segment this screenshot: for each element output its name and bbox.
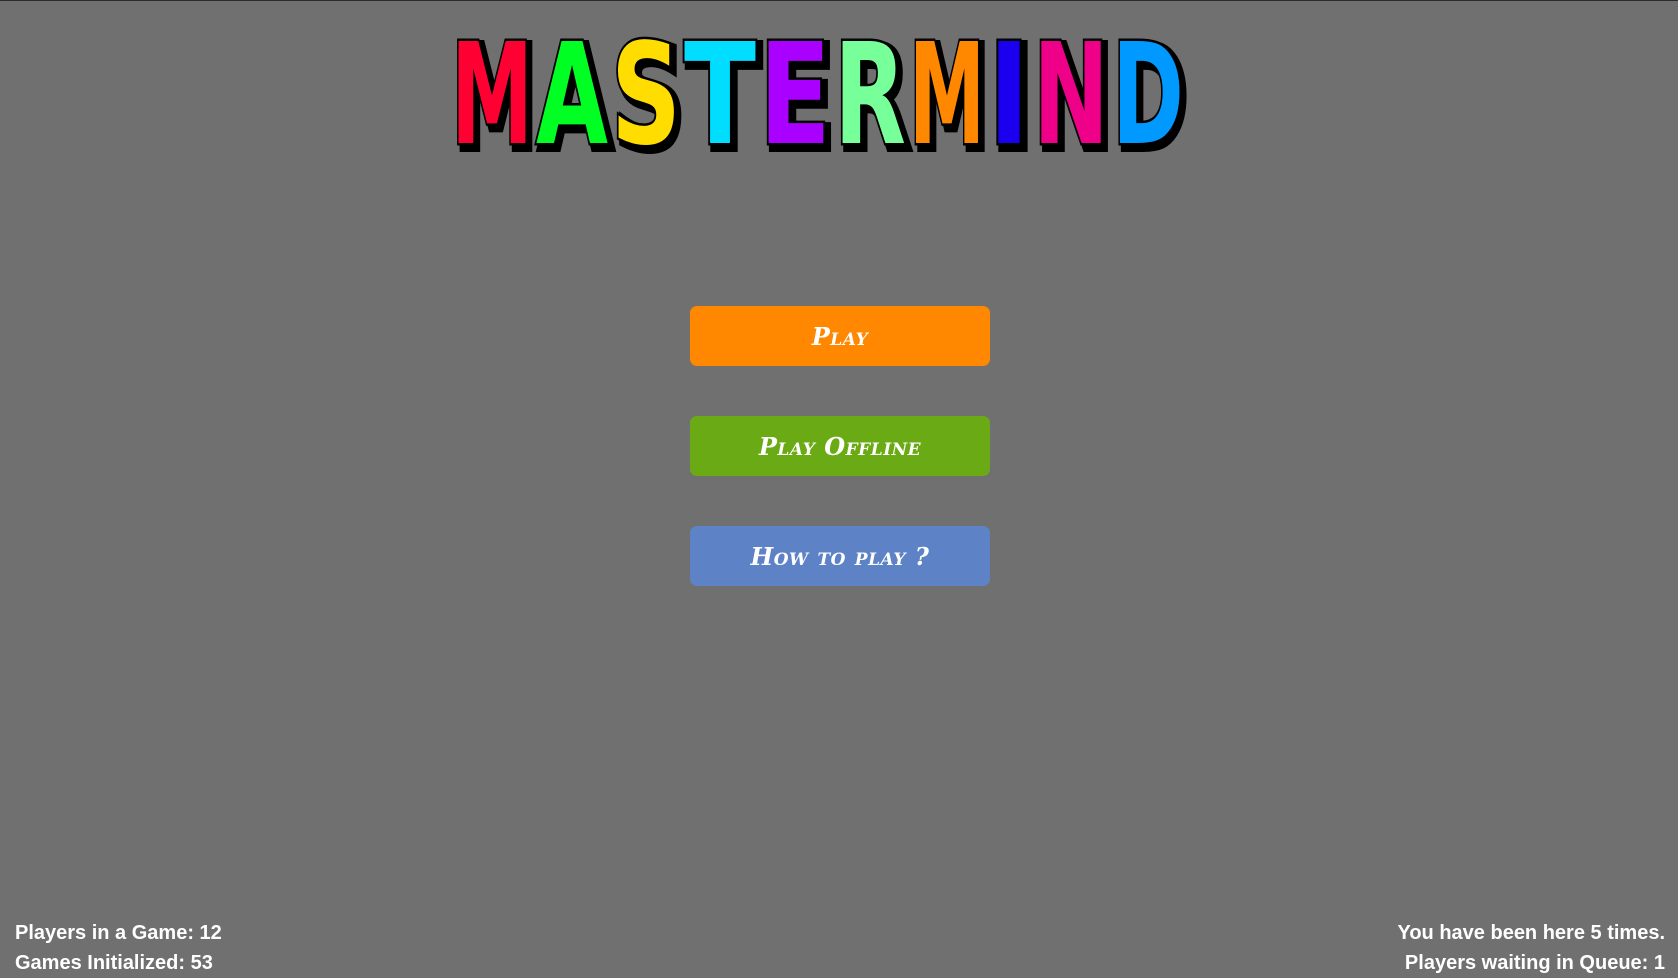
players-in-game-text: Players in a Game: 12 — [15, 922, 222, 944]
logo-letter-i-7: II — [986, 31, 1040, 157]
visit-count-text: You have been here 5 times. — [1397, 922, 1665, 944]
logo-letter-a-1: AA — [534, 31, 618, 157]
svg-text:A: A — [536, 31, 608, 157]
svg-text:R: R — [834, 31, 906, 157]
visitor-stats: You have been here 5 times. Players wait… — [1397, 918, 1665, 978]
game-stats: Players in a Game: 12 Games Initialized:… — [15, 918, 222, 978]
svg-text:T: T — [684, 31, 756, 157]
page: MMAASSTTEERRMMIINNDD Play Play Offline H… — [0, 0, 1678, 978]
play-offline-button[interactable]: Play Offline — [690, 416, 990, 476]
logo-letter-r-5: RR — [832, 31, 916, 157]
logo-letter-d-9: DD — [1110, 31, 1194, 157]
how-to-play-button[interactable]: How to play ? — [690, 526, 990, 586]
logo-svg: MM AA SS TT EE RR MM II NN DD — [449, 31, 1194, 157]
main-menu: Play Play Offline How to play ? — [690, 306, 990, 636]
logo-letter-e-4: EE — [757, 31, 841, 157]
queue-count-text: Players waiting in Queue: 1 — [1404, 952, 1665, 974]
logo-letter-m-0: MM — [449, 31, 543, 157]
svg-text:I: I — [988, 31, 1030, 157]
mastermind-logo: MMAASSTTEERRMMIINNDD — [447, 31, 1231, 157]
svg-text:M: M — [451, 31, 533, 157]
logo-letter-t-3: TT — [682, 31, 766, 157]
svg-text:M: M — [909, 31, 985, 157]
logo-letter-s-2: SS — [609, 31, 691, 157]
games-initialized-text: Games Initialized: 53 — [15, 952, 213, 974]
logo-letter-n-8: NN — [1031, 31, 1119, 157]
logo-letter-m-6: MM — [907, 31, 995, 157]
svg-text:N: N — [1033, 31, 1109, 157]
play-button[interactable]: Play — [690, 306, 990, 366]
svg-text:E: E — [759, 31, 831, 157]
svg-text:S: S — [611, 31, 681, 157]
svg-text:D: D — [1112, 31, 1184, 157]
